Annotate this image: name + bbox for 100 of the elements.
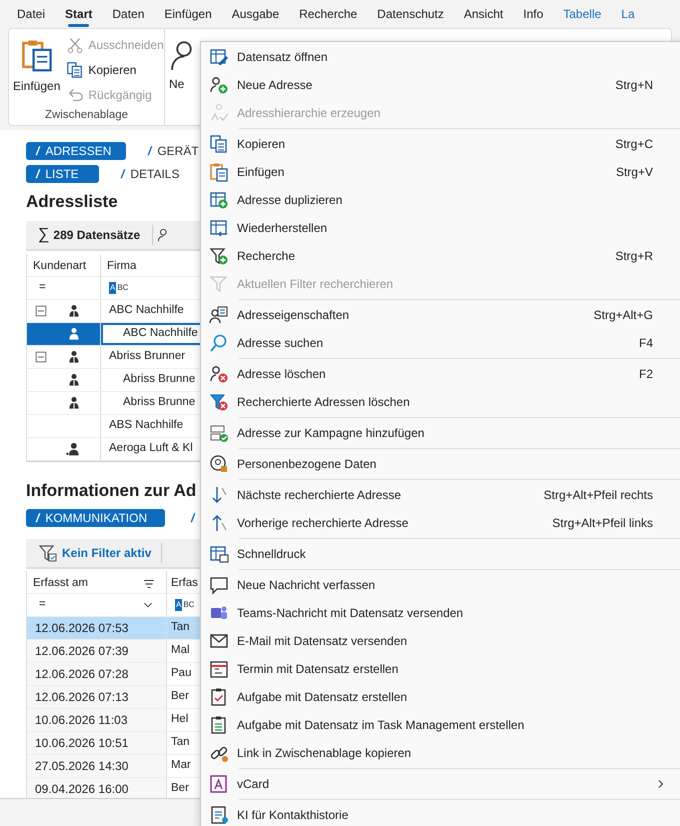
list-check-icon [209,423,229,443]
ribbon-tab[interactable]: Recherche [299,0,358,28]
collapse-icon[interactable] [35,304,47,316]
view-tab[interactable]: / LISTE [26,165,99,183]
table-cell: 12.06.2026 07:53 [27,617,167,639]
filter-icon [38,543,58,563]
menu-item[interactable]: Adresse löschen F2 [201,360,680,388]
filter-icon [209,274,229,294]
table-cell-text: Abriss Brunner [108,348,186,364]
menu-item[interactable]: Personenbezogene Daten [201,450,680,478]
paste-button[interactable]: Einfügen [9,29,64,107]
person-icon [67,394,81,410]
paste-icon [209,162,229,182]
table-cell: 27.05.2026 14:30 [27,755,167,777]
table-cell: 09.04.2026 16:00 [27,778,167,800]
menu-item[interactable]: Termin mit Datensatz erstellen [201,655,680,683]
ribbon-tab[interactable]: Start [65,0,92,28]
table-cell-text: Abriss Brunne [122,394,196,410]
filter-operator[interactable]: = [39,278,46,296]
menu-item[interactable]: Link in Zwischenablage kopieren [201,739,680,767]
person-circle-icon [209,454,229,474]
person-hierarchy-icon [209,103,229,123]
person-icon [67,348,81,364]
speech-bubble-icon [209,575,229,595]
contact-card-icon [209,774,229,794]
table-cell: 10.06.2026 10:51 [27,732,167,754]
ribbon-tab[interactable]: Tabelle [563,0,602,28]
menu-item[interactable]: Neue Adresse Strg+N [201,71,680,99]
sum-icon: ∑ [38,222,50,246]
table-cell-text: Ber [170,781,190,796]
person-plus-icon [209,75,229,95]
filter-icon [142,577,156,591]
view-tab[interactable]: / DETAILS [111,165,190,183]
ribbon-tab[interactable]: La [621,0,635,28]
group-label: Zwischenablage [44,108,130,123]
filter-operator[interactable]: = [39,596,46,614]
ribbon-tab[interactable]: Datei [17,0,46,28]
record-count: 289 Datensätze [53,226,140,244]
menu-item[interactable]: Recherchierte Adressen löschen [201,388,680,416]
person-icon [65,440,81,456]
menu-item[interactable]: Adresseigenschaften Strg+Alt+G [201,301,680,329]
person-icon [67,302,81,318]
table-cell-text: Mar [170,758,192,774]
table-cell-text: Hel [170,712,190,728]
menu-item[interactable]: Neue Nachricht verfassen [201,571,680,599]
collapse-icon[interactable] [35,350,47,362]
document-icon [209,805,229,825]
print-icon [209,544,229,564]
ribbon-tab[interactable]: Ausgabe [232,0,280,28]
menu-item[interactable]: Aufgabe mit Datensatz im Task Management erstellen [201,711,680,739]
table-plus-icon [209,190,229,210]
menu-item[interactable]: Recherche Strg+R [201,242,680,270]
table-cell: 12.06.2026 07:39 [27,640,167,662]
table-cell-text: Ber [170,689,190,704]
menu-item[interactable]: Adresse duplizieren [201,186,680,214]
menu-item[interactable]: vCard [201,770,680,798]
copy-icon [209,134,229,154]
table-cell: 10.06.2026 11:03 [27,709,167,731]
calendar-icon [209,659,229,679]
table-cell-text: Aeroga Luft & Kl [108,440,194,456]
table-cell-text: ABC Nachhilfe [108,302,185,318]
menu-item[interactable]: Datensatz öffnen [201,43,680,71]
menu-item[interactable]: Wiederherstellen [201,214,680,242]
copy-button[interactable]: Kopieren [64,57,166,82]
filter-plus-icon [209,246,229,266]
table-cell-text: Tan [170,735,191,750]
table-pencil-icon [209,47,229,67]
menu-item[interactable]: Schnelldruck [201,540,680,568]
ribbon-tab[interactable]: Datenschutz [377,0,444,28]
person-remove-icon [209,364,229,384]
menu-item[interactable]: Aufgabe mit Datensatz erstellen [201,683,680,711]
table-cell-text: Pau [170,666,192,682]
ribbon-tab[interactable]: Daten [112,0,144,28]
person-card-icon [209,305,229,325]
filter-delete-icon [209,392,229,412]
search-icon [209,333,229,353]
table-cell-text: Mal [170,643,191,658]
person-icon [67,372,81,388]
menu-item[interactable]: Nächste recherchierte Adresse Strg+Alt+Pfeil rechts [201,481,680,509]
menu-item[interactable]: KI für Kontakthistorie [201,801,680,826]
ribbon-tab[interactable]: Info [523,0,544,28]
column-header[interactable]: Kundenart [27,254,101,280]
table-cell-text: ABS Nachhilfe [108,418,184,433]
menu-item[interactable]: Adresse zur Kampagne hinzufügen [201,419,680,447]
new-button[interactable]: Ne [165,29,199,93]
section-title: Adressliste [26,191,118,213]
scissors-icon [66,36,84,54]
menu-item[interactable]: Einfügen Strg+V [201,158,680,186]
table-cell: 12.06.2026 07:13 [27,686,167,708]
view-tab[interactable]: / ADRESSEN [26,142,126,160]
ribbon-tab[interactable]: Einfügen [164,0,212,28]
view-tab[interactable]: / KOMMUNIKATION [26,509,165,527]
section-title: Informationen zur Ad [26,480,196,502]
copy-icon [66,60,84,78]
person-icon [67,326,81,342]
menu-item[interactable]: Adresse suchen F4 [201,329,680,357]
column-header[interactable]: Erfasst am [33,575,88,593]
table-cell-text: Abriss Brunne [122,372,196,387]
ribbon-tab[interactable]: Ansicht [464,0,504,28]
table-cell: 12.06.2026 07:28 [27,663,167,685]
